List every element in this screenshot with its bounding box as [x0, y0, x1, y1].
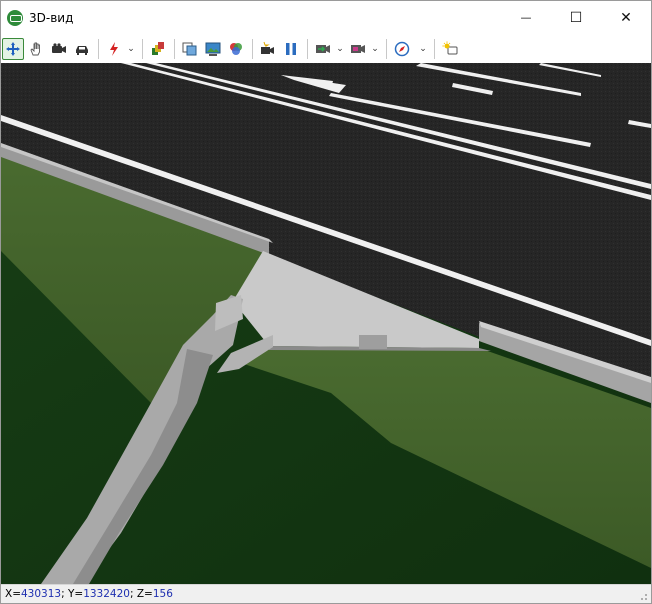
- toolbar-separator: [174, 38, 175, 59]
- resize-grip-icon[interactable]: [638, 591, 648, 601]
- maximize-icon: ☐: [569, 9, 583, 26]
- 3d-viewport[interactable]: [1, 63, 651, 584]
- toolbar-separator: [307, 38, 308, 59]
- chevron-down-icon[interactable]: ⌄: [126, 44, 136, 54]
- move-tool-button[interactable]: [2, 37, 24, 60]
- x-label: X=: [5, 588, 21, 600]
- compass-button[interactable]: [391, 38, 413, 60]
- record-icon: [261, 41, 274, 54]
- paint-layers-icon: [152, 41, 164, 55]
- chevron-down-icon[interactable]: ⌄: [335, 44, 345, 54]
- window-title: 3D-вид: [29, 10, 74, 25]
- status-bar: X= 430313; Y= 1332420; Z= 156: [1, 584, 651, 603]
- render-icon: [230, 42, 242, 55]
- screenshot-icon: [205, 42, 221, 56]
- toolbar-separator: [386, 38, 387, 59]
- camera-button[interactable]: [48, 38, 70, 60]
- save-video-icon: [351, 44, 365, 53]
- toolbar-separator: [142, 38, 143, 59]
- chevron-down-icon[interactable]: ⌄: [418, 44, 428, 54]
- move-tool-icon: [6, 41, 20, 56]
- z-coordinate: 156: [152, 588, 173, 600]
- 3d-view-window: 3D-вид — ☐ ✕ ⌄ ⌄ ⌄ ⌄ X= 430313 ; Y= 1332…: [0, 0, 652, 604]
- record-button[interactable]: [257, 38, 279, 60]
- y-label: ; Y=: [61, 588, 84, 600]
- close-button[interactable]: ✕: [601, 1, 651, 34]
- car-icon: [76, 45, 88, 55]
- pause-icon: [286, 42, 296, 55]
- effects-button[interactable]: [103, 38, 125, 60]
- save-video-button[interactable]: [347, 38, 369, 60]
- copy-view-icon: [182, 42, 197, 55]
- pad-block: [359, 335, 387, 349]
- title-bar[interactable]: 3D-вид — ☐ ✕: [1, 1, 651, 34]
- materials-button[interactable]: [147, 38, 169, 60]
- toolbar-separator: [98, 38, 99, 59]
- x-coordinate: 430313: [21, 588, 62, 600]
- toolbar: ⌄ ⌄ ⌄ ⌄: [1, 34, 651, 63]
- render-button[interactable]: [225, 38, 247, 60]
- maximize-button[interactable]: ☐: [551, 1, 601, 34]
- compass-icon: [394, 41, 410, 56]
- z-label: ; Z=: [129, 588, 153, 600]
- toolbar-separator: [252, 38, 253, 59]
- pause-button[interactable]: [280, 38, 302, 60]
- copy-view-button[interactable]: [179, 38, 201, 60]
- close-icon: ✕: [620, 9, 632, 26]
- minimize-button[interactable]: —: [501, 1, 551, 34]
- 3d-scene[interactable]: [1, 63, 651, 584]
- pan-button[interactable]: [25, 38, 47, 60]
- video-export-icon: [316, 44, 330, 53]
- app-icon: [7, 9, 23, 26]
- video-export-button[interactable]: [312, 38, 334, 60]
- camera-icon: [52, 42, 66, 53]
- minimize-icon: —: [520, 11, 532, 24]
- pan-hand-icon: [30, 42, 40, 55]
- lightning-icon: [110, 41, 118, 56]
- car-view-button[interactable]: [71, 38, 93, 60]
- chevron-down-icon[interactable]: ⌄: [370, 44, 380, 54]
- light-settings-icon: [442, 41, 458, 54]
- screenshot-button[interactable]: [202, 38, 224, 60]
- toolbar-separator: [434, 38, 435, 59]
- y-coordinate: 1332420: [83, 588, 130, 600]
- light-settings-button[interactable]: [439, 38, 461, 60]
